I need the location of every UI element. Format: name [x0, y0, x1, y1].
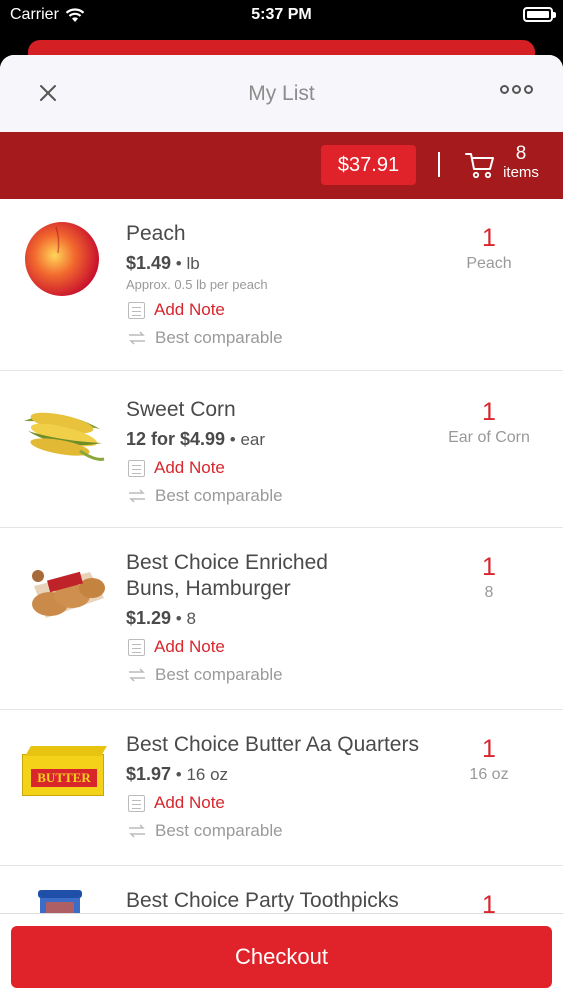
item-quantity[interactable]: 1 16 oz	[439, 734, 539, 784]
item-info: Sweet Corn 12 for $4.99 • ear Add Note B…	[126, 397, 436, 506]
item-unit: lb	[186, 254, 200, 273]
item-price-line: $1.97 • 16 oz	[126, 764, 229, 784]
best-comparable-label: Best comparable	[155, 486, 283, 505]
item-approx-weight: Approx. 0.5 lb per peach	[126, 277, 268, 292]
swap-icon	[129, 331, 145, 345]
swap-icon	[129, 489, 145, 503]
item-name: Best Choice Party Toothpicks	[126, 889, 399, 912]
my-list-sheet: My List $37.91 8 items Peach $1.49 • lb …	[0, 55, 563, 1000]
list-item[interactable]: Peach $1.49 • lb Approx. 0.5 lb per peac…	[0, 199, 563, 371]
hamburger-buns-image	[32, 570, 105, 618]
best-comparable-button[interactable]: Best comparable	[126, 486, 436, 506]
add-note-label: Add Note	[154, 458, 225, 477]
item-price-line: 12 for $4.99 • ear	[126, 429, 266, 449]
item-name: Sweet Corn	[126, 398, 236, 421]
nav-header: My List	[0, 55, 563, 132]
item-info: Best Choice Enriched Buns, Hamburger $1.…	[126, 550, 436, 685]
add-note-label: Add Note	[154, 637, 225, 656]
best-comparable-label: Best comparable	[155, 665, 283, 684]
checkout-button[interactable]: Checkout	[11, 926, 552, 988]
sweet-corn-image	[24, 412, 105, 461]
swap-icon	[129, 824, 145, 838]
list-item[interactable]: Sweet Corn 12 for $4.99 • ear Add Note B…	[0, 371, 563, 528]
item-info: Peach $1.49 • lb Approx. 0.5 lb per peac…	[126, 221, 436, 348]
note-icon	[128, 794, 145, 812]
butter-label: BUTTER	[31, 769, 97, 787]
item-unit: ear	[240, 430, 266, 449]
status-bar: Carrier 5:37 PM	[0, 0, 563, 30]
cart-icon	[465, 153, 494, 179]
list-summary-bar: $37.91 8 items	[0, 132, 563, 199]
best-comparable-label: Best comparable	[155, 821, 283, 840]
item-price: 12 for $4.99	[126, 429, 226, 449]
add-note-button[interactable]: Add Note	[126, 458, 436, 478]
battery-icon	[523, 7, 556, 22]
item-quantity[interactable]: 1 8	[439, 552, 539, 602]
add-note-label: Add Note	[154, 300, 225, 319]
item-price-line: $1.29 • 8	[126, 608, 196, 628]
item-price: $1.49	[126, 253, 172, 273]
best-comparable-button[interactable]: Best comparable	[126, 665, 436, 685]
item-quantity[interactable]: 1 Peach	[439, 223, 539, 273]
items-count-label: items	[503, 164, 539, 181]
best-comparable-button[interactable]: Best comparable	[126, 328, 436, 348]
peach-image	[25, 222, 99, 296]
quantity-unit: Peach	[466, 255, 512, 272]
total-price-badge: $37.91	[321, 145, 416, 185]
note-icon	[128, 459, 145, 477]
add-note-button[interactable]: Add Note	[126, 300, 436, 320]
item-unit: 16 oz	[186, 765, 229, 784]
shopping-list: Peach $1.49 • lb Approx. 0.5 lb per peac…	[0, 199, 563, 986]
items-count-number: 8	[515, 143, 527, 164]
item-price: $1.29	[126, 608, 172, 628]
note-icon	[128, 638, 145, 656]
item-price-line: $1.49 • lb	[126, 253, 200, 273]
quantity-value: 1	[482, 398, 496, 426]
list-item[interactable]: BUTTER Best Choice Butter Aa Quarters $1…	[0, 710, 563, 866]
quantity-value: 1	[482, 224, 496, 252]
best-comparable-label: Best comparable	[155, 328, 283, 347]
item-name: Best Choice Butter Aa Quarters	[126, 733, 419, 756]
best-comparable-button[interactable]: Best comparable	[126, 821, 436, 841]
quantity-value: 1	[482, 735, 496, 763]
item-name: Peach	[126, 222, 186, 245]
quantity-unit: 8	[484, 584, 494, 601]
quantity-unit: 16 oz	[469, 766, 509, 783]
items-count: 8 items	[500, 144, 542, 182]
status-time: 5:37 PM	[251, 6, 312, 23]
add-note-button[interactable]: Add Note	[126, 637, 436, 657]
page-title: My List	[248, 82, 315, 105]
checkout-footer: Checkout	[0, 913, 563, 1000]
item-quantity[interactable]: 1 Ear of Corn	[439, 397, 539, 447]
more-options-icon[interactable]	[500, 85, 533, 94]
item-name: Best Choice Enriched Buns, Hamburger	[126, 551, 328, 600]
note-icon	[128, 301, 145, 319]
butter-image: BUTTER	[22, 746, 107, 796]
list-item[interactable]: Best Choice Enriched Buns, Hamburger $1.…	[0, 528, 563, 710]
quantity-value: 1	[482, 553, 496, 581]
quantity-unit: Ear of Corn	[448, 429, 530, 446]
summary-divider	[438, 152, 440, 177]
item-info: Best Choice Party Toothpicks	[126, 888, 436, 914]
add-note-button[interactable]: Add Note	[126, 793, 436, 813]
add-note-label: Add Note	[154, 793, 225, 812]
item-info: Best Choice Butter Aa Quarters $1.97 • 1…	[126, 732, 436, 841]
item-price: $1.97	[126, 764, 172, 784]
swap-icon	[129, 668, 145, 682]
item-unit: 8	[186, 609, 196, 628]
